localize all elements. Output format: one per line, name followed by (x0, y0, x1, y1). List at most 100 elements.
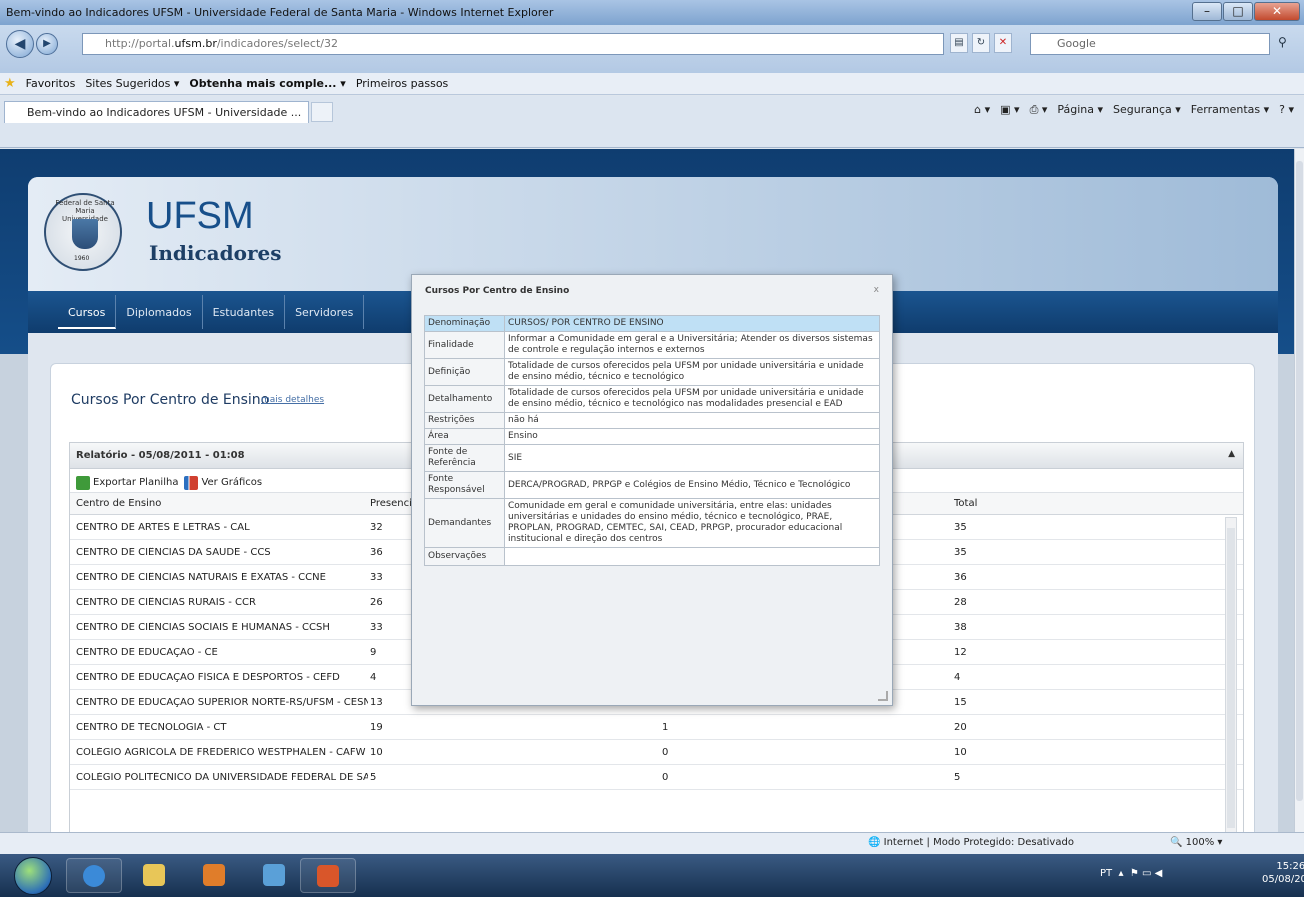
home-icon[interactable]: ⌂ ▾ (974, 103, 990, 117)
cell-centro: CENTRO DE CIÊNCIAS SOCIAIS E HUMANAS - C… (76, 622, 330, 633)
cell-total: 5 (954, 772, 961, 783)
url-actions: ▤ ↻ ✕ (950, 33, 1012, 53)
cell-presencial: 33 (370, 622, 383, 633)
window-controls: – □ ✕ (1192, 2, 1300, 21)
popup-close-icon[interactable]: x (874, 285, 879, 295)
taskbar-ie-icon[interactable] (66, 858, 122, 893)
popup-value: Totalidade de cursos oferecidos pela UFS… (504, 385, 880, 413)
help-icon[interactable]: ? ▾ (1279, 103, 1294, 117)
taskbar-explorer-icon[interactable] (126, 858, 182, 893)
popup-label: Finalidade (424, 331, 505, 359)
nav-servidores[interactable]: Servidores (285, 295, 365, 329)
popup-label: Demandantes (424, 498, 505, 548)
favorites-star-icon[interactable]: ★ (4, 76, 16, 91)
popup-value: Totalidade de cursos oferecidos pela UFS… (504, 358, 880, 386)
cell-total: 38 (954, 622, 967, 633)
cell-presencial: 36 (370, 547, 383, 558)
table-row[interactable]: COLÉGIO POLITÉCNICO DA UNIVERSIDADE FEDE… (70, 765, 1243, 790)
taskbar-media-icon[interactable] (186, 858, 242, 893)
favorites-button[interactable]: Favoritos (26, 77, 76, 90)
brand-title[interactable]: UFSM (146, 195, 254, 238)
command-bar: ⌂ ▾ ▣ ▾ ⎙ ▾ Página ▾ Segurança ▾ Ferrame… (974, 103, 1294, 117)
nav-estudantes[interactable]: Estudantes (203, 295, 286, 329)
popup-header[interactable]: Cursos Por Centro de Ensino x (412, 275, 892, 305)
cell-centro: COLÉGIO POLITÉCNICO DA UNIVERSIDADE FEDE… (76, 772, 368, 783)
minimize-button[interactable]: – (1192, 2, 1222, 21)
fav-item-sites[interactable]: Sites Sugeridos ▾ (85, 77, 179, 90)
more-details-link[interactable]: mais detalhes (261, 395, 324, 405)
print-icon[interactable]: ⎙ ▾ (1030, 103, 1048, 117)
col-total[interactable]: Total (954, 498, 994, 509)
forward-button[interactable]: ▶ (36, 33, 58, 55)
popup-label: Definição (424, 358, 505, 386)
resize-grip-icon[interactable] (878, 691, 888, 701)
browser-tab[interactable]: Bem-vindo ao Indicadores UFSM - Universi… (4, 101, 309, 123)
status-bar: 🌐 Internet | Modo Protegido: Desativado … (0, 832, 1304, 854)
popup-row: Fonte de Referência SIE (424, 444, 880, 472)
maximize-button[interactable]: □ (1223, 2, 1253, 21)
page-scroll-thumb[interactable] (1296, 161, 1303, 801)
popup-label: Restrições (424, 412, 505, 429)
security-zone[interactable]: 🌐 Internet | Modo Protegido: Desativado (868, 837, 1074, 848)
security-menu[interactable]: Segurança ▾ (1113, 103, 1181, 117)
charts-label: Ver Gráficos (201, 477, 263, 488)
taskbar-network-icon[interactable] (246, 858, 302, 893)
back-button[interactable]: ◀ (6, 30, 34, 58)
table-row[interactable]: CENTRO DE TECNOLOGIA - CT 19 1 20 (70, 715, 1243, 740)
export-button[interactable]: Exportar Planilha (76, 475, 178, 490)
clock[interactable]: 15:26 05/08/2011 (1262, 860, 1304, 886)
favorites-bar: ★ Favoritos Sites Sugeridos ▾ Obtenha ma… (0, 73, 1304, 95)
feeds-icon[interactable]: ▣ ▾ (1000, 103, 1019, 117)
url-input[interactable]: http://portal.ufsm.br/indicadores/select… (82, 33, 944, 55)
taskbar: PT ▴ ⚑ ▭ ◀ 15:26 05/08/2011 (0, 854, 1304, 897)
col-presencial[interactable]: Presenci (370, 498, 412, 509)
nav-diplomados[interactable]: Diplomados (116, 295, 203, 329)
cell-centro: CENTRO DE ARTES E LETRAS - CAL (76, 522, 250, 533)
nav-cursos[interactable]: Cursos (58, 295, 117, 329)
col-centro[interactable]: Centro de Ensino (76, 498, 368, 509)
cell-presencial: 5 (370, 772, 377, 783)
stop-icon[interactable]: ✕ (994, 33, 1012, 53)
table-scrollbar[interactable] (1225, 517, 1237, 832)
table-scroll-thumb[interactable] (1227, 528, 1235, 828)
start-button[interactable] (14, 857, 52, 895)
popup-label: Detalhamento (424, 385, 505, 413)
table-row[interactable]: COLÉGIO AGRÍCOLA DE FREDERICO WESTPHALEN… (70, 740, 1243, 765)
search-icon[interactable]: ⚲ (1278, 35, 1287, 49)
popup-value: Informar a Comunidade em geral e a Unive… (504, 331, 880, 359)
popup-table: Denominação CURSOS/ POR CENTRO DE ENSINO F… (424, 315, 880, 566)
new-tab-button[interactable] (311, 102, 333, 122)
charts-button[interactable]: Ver Gráficos (184, 475, 263, 490)
brand-subtitle: Indicadores (149, 241, 282, 265)
popup-row: Área Ensino (424, 428, 880, 445)
clock-date: 05/08/2011 (1262, 874, 1304, 885)
tools-menu[interactable]: Ferramentas ▾ (1191, 103, 1269, 117)
cell-centro: CENTRO DE EDUCAÇÃO FÍSICA E DESPORTOS - … (76, 672, 340, 683)
popup-row: Detalhamento Totalidade de cursos ofereci… (424, 385, 880, 413)
zoom-level[interactable]: 🔍 100% ▾ (1170, 837, 1222, 848)
cell-total: 12 (954, 647, 967, 658)
cell-centro: COLÉGIO AGRÍCOLA DE FREDERICO WESTPHALEN… (76, 747, 366, 758)
search-input[interactable]: Google (1030, 33, 1270, 55)
fav-item-obtenha[interactable]: Obtenha mais comple... ▾ (189, 77, 345, 90)
popup-value: não há (504, 412, 880, 429)
cell-presencial: 19 (370, 722, 383, 733)
url-path: /indicadores/select/32 (216, 37, 338, 50)
taskbar-powerpoint-icon[interactable] (300, 858, 356, 893)
page-menu[interactable]: Página ▾ (1057, 103, 1103, 117)
page-scrollbar[interactable] (1294, 149, 1304, 832)
cell-centro: CENTRO DE CIÊNCIAS DA SAÚDE - CCS (76, 547, 271, 558)
popup-value: Ensino (504, 428, 880, 445)
language-indicator[interactable]: PT (1100, 868, 1112, 879)
refresh-icon[interactable]: ↻ (972, 33, 990, 53)
collapse-icon[interactable]: ▲ (1228, 449, 1235, 459)
cell-total: 35 (954, 522, 967, 533)
popup-label: Denominação (424, 315, 505, 332)
compat-view-icon[interactable]: ▤ (950, 33, 968, 53)
cell-presencial: 32 (370, 522, 383, 533)
cell-total: 4 (954, 672, 961, 683)
close-window-button[interactable]: ✕ (1254, 2, 1300, 21)
fav-item-primeiros[interactable]: Primeiros passos (356, 77, 448, 90)
cell-centro: CENTRO DE EDUCAÇÃO SUPERIOR NORTE-RS/UFS… (76, 697, 368, 708)
cell-presencial: 4 (370, 672, 377, 683)
